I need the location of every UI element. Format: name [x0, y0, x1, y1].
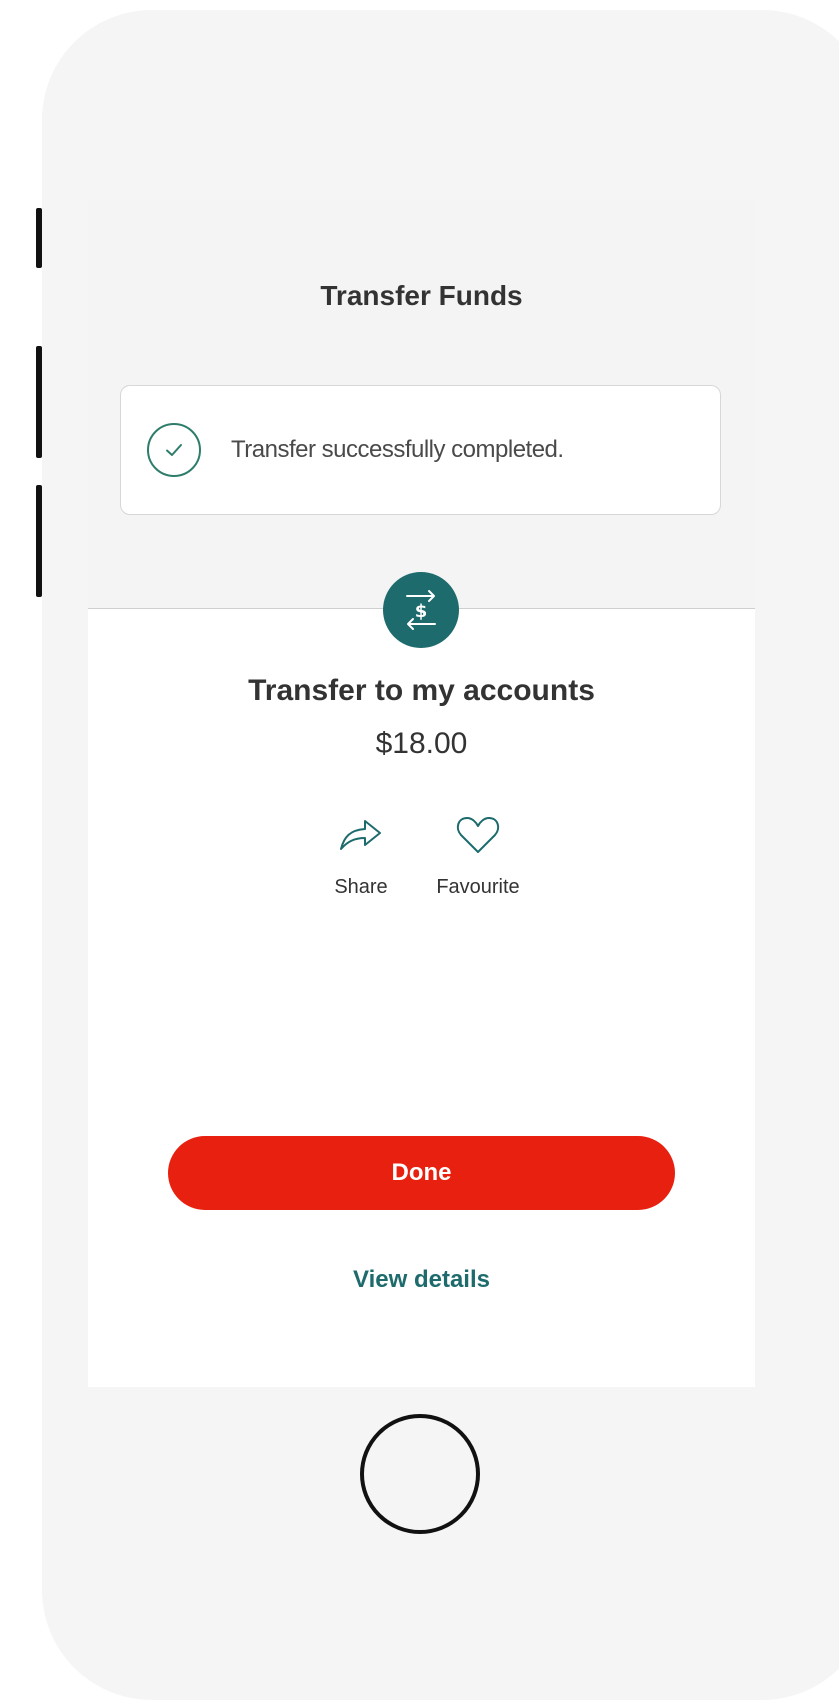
view-details-link[interactable]: View details	[88, 1266, 755, 1294]
share-icon	[338, 815, 384, 860]
volume-up-button	[36, 346, 42, 458]
done-button[interactable]: Done	[168, 1136, 675, 1210]
transfer-dollar-icon: $	[383, 572, 459, 648]
transfer-title: Transfer to my accounts	[248, 674, 595, 707]
favourite-label: Favourite	[436, 876, 520, 898]
favourite-action[interactable]: Favourite	[428, 815, 528, 899]
share-action[interactable]: Share	[326, 815, 396, 899]
svg-text:$: $	[415, 601, 428, 622]
page-title: Transfer Funds	[320, 280, 523, 311]
app-screen: Transfer Funds Transfer successfully com…	[88, 200, 755, 1387]
header-section: Transfer Funds Transfer successfully com…	[88, 200, 755, 609]
success-message: Transfer successfully completed.	[231, 436, 564, 463]
transfer-amount: $18.00	[375, 727, 468, 760]
volume-down-button	[36, 485, 42, 597]
success-alert: Transfer successfully completed.	[120, 385, 721, 515]
share-label: Share	[334, 876, 388, 898]
check-circle-icon	[147, 423, 201, 477]
heart-icon	[455, 815, 501, 860]
home-button[interactable]	[360, 1414, 480, 1534]
mute-switch	[36, 208, 42, 268]
